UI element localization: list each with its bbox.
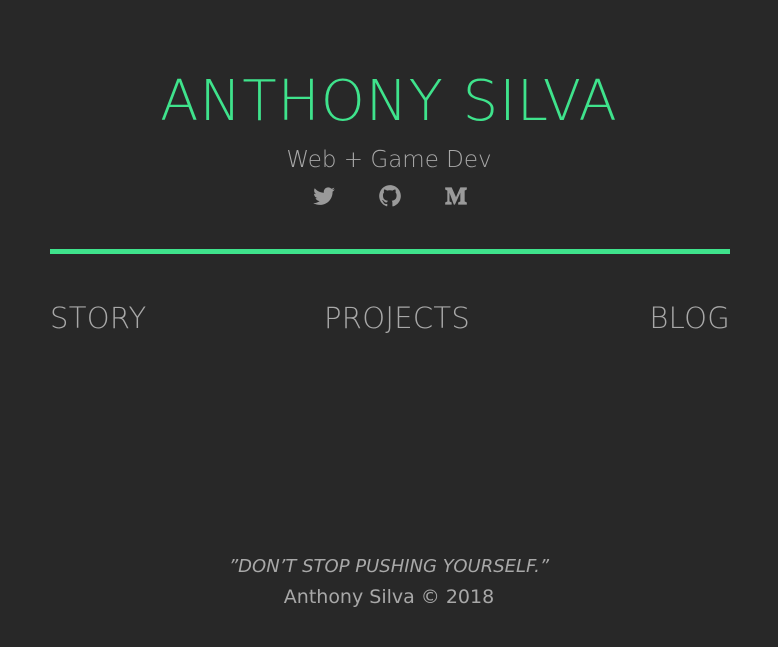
medium-icon <box>445 187 467 205</box>
site-subtitle: Web + Game Dev <box>286 147 492 173</box>
nav-story-link[interactable]: STORY <box>50 298 146 338</box>
social-links <box>0 183 778 209</box>
header-divider <box>50 249 730 254</box>
nav-projects-link[interactable]: PROJECTS <box>324 298 470 338</box>
github-link[interactable] <box>377 183 403 209</box>
twitter-link[interactable] <box>311 183 337 209</box>
github-icon <box>379 185 401 207</box>
page: ANTHONY SILVA Web + Game Dev STORY PROJE… <box>0 0 778 647</box>
footer-copyright: Anthony Silva © 2018 <box>283 586 495 608</box>
medium-link[interactable] <box>443 183 469 209</box>
twitter-icon <box>313 187 335 205</box>
footer-quote: ”DON’T STOP PUSHING YOURSELF.” <box>228 556 550 577</box>
site-title: ANTHONY SILVA <box>160 69 618 134</box>
nav-blog-link[interactable]: BLOG <box>649 298 730 338</box>
